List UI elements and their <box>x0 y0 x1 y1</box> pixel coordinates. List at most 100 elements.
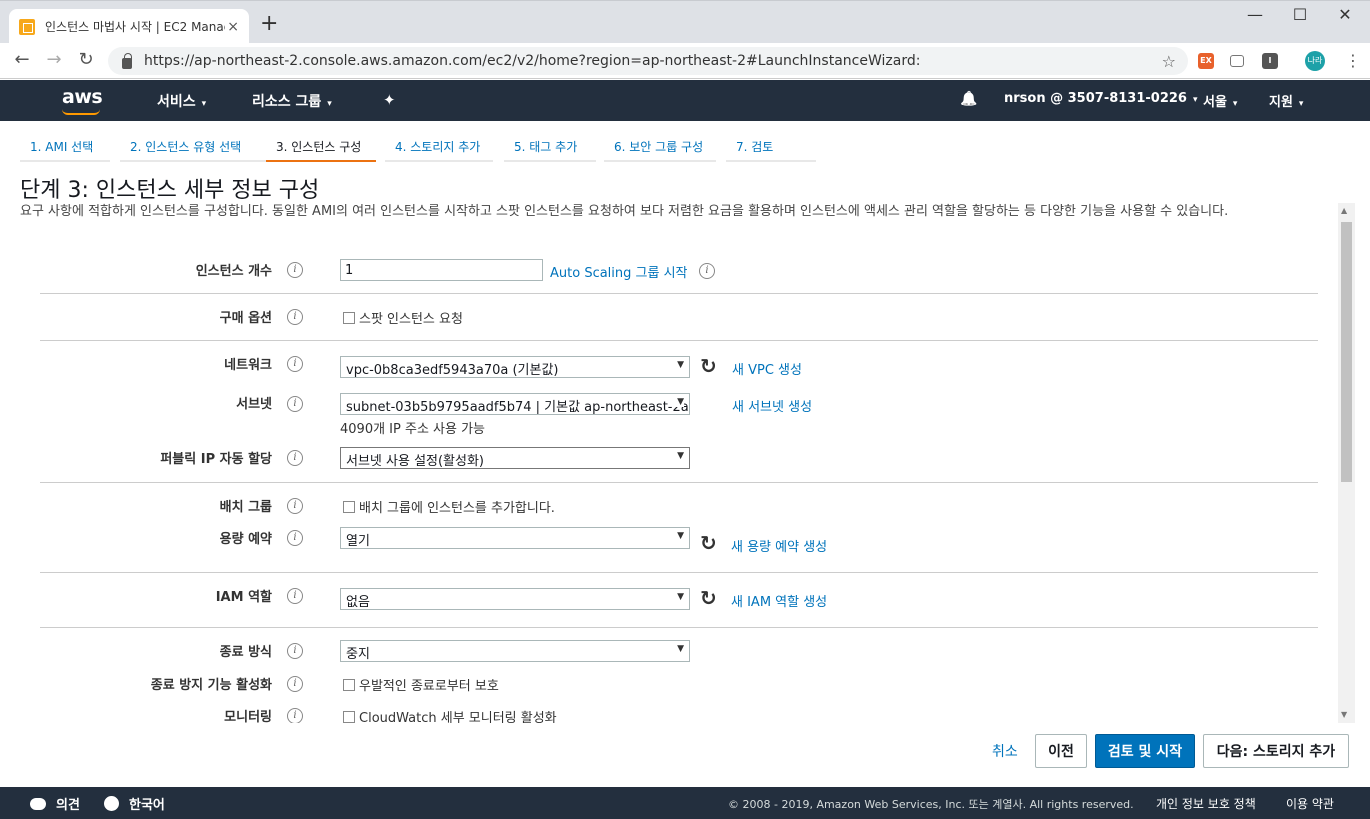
iam-role-select-value: 없음 <box>346 595 370 610</box>
info-icon[interactable]: i <box>287 588 303 604</box>
autoscaling-link[interactable]: Auto Scaling 그룹 시작 <box>550 262 688 281</box>
feedback-link[interactable]: 의견 <box>30 794 80 813</box>
profile-avatar[interactable]: 나라 <box>1305 51 1325 71</box>
divider <box>40 572 1318 573</box>
wizard-tab-review[interactable]: 7. 검토 <box>726 130 816 162</box>
info-icon[interactable]: i <box>287 262 303 278</box>
new-tab-icon[interactable]: + <box>260 11 278 36</box>
instance-count-input[interactable] <box>340 259 543 281</box>
info-icon[interactable]: i <box>287 309 303 325</box>
network-select[interactable]: vpc-0b8ca3edf5943a70a (기본값) ▼ <box>340 356 690 378</box>
iam-role-label: IAM 역할 <box>215 590 272 605</box>
info-icon[interactable]: i <box>287 498 303 514</box>
minimize-icon[interactable]: — <box>1235 5 1275 24</box>
extension-cast-icon[interactable] <box>1230 55 1244 67</box>
support-menu[interactable]: 지원 ▾ <box>1269 91 1303 110</box>
info-icon[interactable]: i <box>287 396 303 412</box>
divider <box>40 340 1318 341</box>
refresh-capacity-icon[interactable]: ↻ <box>700 533 720 553</box>
create-vpc-link[interactable]: 새 VPC 생성 <box>732 359 802 378</box>
create-capacity-reservation-link[interactable]: 새 용량 예약 생성 <box>731 536 827 555</box>
copyright-text: © 2008 - 2019, Amazon Web Services, Inc.… <box>728 798 1134 811</box>
placement-group-checkbox-label: 배치 그룹에 인스턴스를 추가합니다. <box>359 501 555 516</box>
refresh-iam-icon[interactable]: ↻ <box>700 588 720 608</box>
public-ip-select[interactable]: 서브넷 사용 설정(활성화) ▼ <box>340 447 690 469</box>
bookmark-star-icon[interactable]: ☆ <box>1162 52 1176 71</box>
page-description: 요구 사항에 적합하게 인스턴스를 구성합니다. 동일한 AMI의 여러 인스턴… <box>20 204 1229 219</box>
checkbox-box[interactable] <box>343 678 355 691</box>
shutdown-behavior-label: 종료 방식 <box>219 645 272 660</box>
subnet-select[interactable]: subnet-03b5b9795aadf5b74 | 기본값 ap-northe… <box>340 393 690 415</box>
wizard-tab-storage[interactable]: 4. 스토리지 추가 <box>385 130 493 162</box>
scroll-down-icon[interactable]: ▼ <box>1341 710 1347 719</box>
info-icon[interactable]: i <box>287 676 303 692</box>
refresh-network-icon[interactable]: ↻ <box>700 356 720 376</box>
speech-bubble-icon <box>30 798 46 810</box>
aws-favicon-icon <box>19 18 35 35</box>
termination-protection-label: 종료 방지 기능 활성화 <box>150 678 272 693</box>
window-close-icon[interactable]: ✕ <box>1325 5 1365 24</box>
account-menu[interactable]: nrson @ 3507-8131-0226 ▾ <box>1004 91 1198 106</box>
previous-button[interactable]: 이전 <box>1035 734 1087 768</box>
forward-icon[interactable]: → <box>42 49 66 70</box>
resource-groups-menu[interactable]: 리소스 그룹 ▾ <box>252 91 332 111</box>
aws-logo[interactable]: aws <box>62 86 103 108</box>
info-icon[interactable]: i <box>287 708 303 723</box>
terms-link[interactable]: 이용 약관 <box>1286 795 1334 812</box>
wizard-tab-tags[interactable]: 5. 태그 추가 <box>504 130 596 162</box>
close-tab-icon[interactable]: × <box>227 19 239 35</box>
language-selector[interactable]: 한국어 <box>104 794 165 813</box>
resource-groups-label: 리소스 그룹 <box>252 94 322 110</box>
info-icon[interactable]: i <box>287 530 303 546</box>
shutdown-behavior-select[interactable]: 중지 ▼ <box>340 640 690 662</box>
extension-i-icon[interactable]: I <box>1262 53 1278 69</box>
placement-group-checkbox[interactable]: 배치 그룹에 인스턴스를 추가합니다. <box>343 497 555 516</box>
checkbox-box[interactable] <box>343 500 355 513</box>
checkbox-box[interactable] <box>343 710 355 723</box>
termination-protection-checkbox[interactable]: 우발적인 종료로부터 보호 <box>343 675 499 694</box>
feedback-label: 의견 <box>56 798 80 813</box>
services-label: 서비스 <box>157 94 196 110</box>
review-and-launch-button[interactable]: 검토 및 시작 <box>1095 734 1195 768</box>
browser-menu-icon[interactable]: ⋮ <box>1345 51 1361 70</box>
subnet-select-value: subnet-03b5b9795aadf5b74 | 기본값 ap-northe… <box>346 400 689 415</box>
create-iam-role-link[interactable]: 새 IAM 역할 생성 <box>731 591 827 610</box>
privacy-policy-link[interactable]: 개인 정보 보호 정책 <box>1156 795 1256 812</box>
wizard-tab-ami[interactable]: 1. AMI 선택 <box>20 130 110 162</box>
services-menu[interactable]: 서비스 ▾ <box>157 91 206 111</box>
wizard-tab-instance-type[interactable]: 2. 인스턴스 유형 선택 <box>120 130 275 162</box>
next-add-storage-button[interactable]: 다음: 스토리지 추가 <box>1203 734 1349 768</box>
scrollbar-thumb[interactable] <box>1341 222 1352 482</box>
checkbox-box[interactable] <box>343 311 355 324</box>
wizard-tab-configure[interactable]: 3. 인스턴스 구성 <box>266 130 376 162</box>
wizard-tab-security-group[interactable]: 6. 보안 그룹 구성 <box>604 130 716 162</box>
info-icon[interactable]: i <box>287 643 303 659</box>
url-omnibox[interactable]: https://ap-northeast-2.console.aws.amazo… <box>108 47 1188 75</box>
monitoring-checkbox[interactable]: CloudWatch 세부 모니터링 활성화 <box>343 707 557 723</box>
cancel-button[interactable]: 취소 <box>992 741 1018 761</box>
url-text[interactable]: https://ap-northeast-2.console.aws.amazo… <box>144 53 920 69</box>
aws-logo-smile-icon <box>62 109 100 115</box>
capacity-reservation-select[interactable]: 열기 ▼ <box>340 527 690 549</box>
back-icon[interactable]: ← <box>10 49 34 70</box>
scroll-up-icon[interactable]: ▲ <box>1341 206 1347 215</box>
iam-role-select[interactable]: 없음 ▼ <box>340 588 690 610</box>
extension-ex-icon[interactable]: EX <box>1198 53 1214 69</box>
bell-icon[interactable]: 🔔 <box>960 91 977 107</box>
support-label: 지원 <box>1269 95 1293 110</box>
aws-top-nav: aws 서비스 ▾ 리소스 그룹 ▾ ✦ 🔔 nrson @ 3507-8131-0… <box>0 80 1370 121</box>
pin-icon[interactable]: ✦ <box>383 91 396 109</box>
info-icon[interactable]: i <box>287 356 303 372</box>
browser-tab-title: 인스턴스 마법사 시작 | EC2 Management Console <box>45 20 225 34</box>
browser-tab[interactable]: 인스턴스 마법사 시작 | EC2 Management Console × <box>9 9 249 44</box>
select-arrow-icon: ▼ <box>673 592 684 602</box>
region-menu[interactable]: 서울 ▾ <box>1203 91 1237 110</box>
info-icon[interactable]: i <box>287 450 303 466</box>
spot-instance-checkbox[interactable]: 스팟 인스턴스 요청 <box>343 308 463 327</box>
create-subnet-link[interactable]: 새 서브넷 생성 <box>732 396 812 415</box>
reload-icon[interactable]: ↻ <box>74 49 98 70</box>
info-icon[interactable]: i <box>699 263 715 279</box>
select-arrow-icon: ▼ <box>673 397 684 407</box>
maximize-icon[interactable]: ☐ <box>1280 5 1320 24</box>
region-label: 서울 <box>1203 95 1227 110</box>
